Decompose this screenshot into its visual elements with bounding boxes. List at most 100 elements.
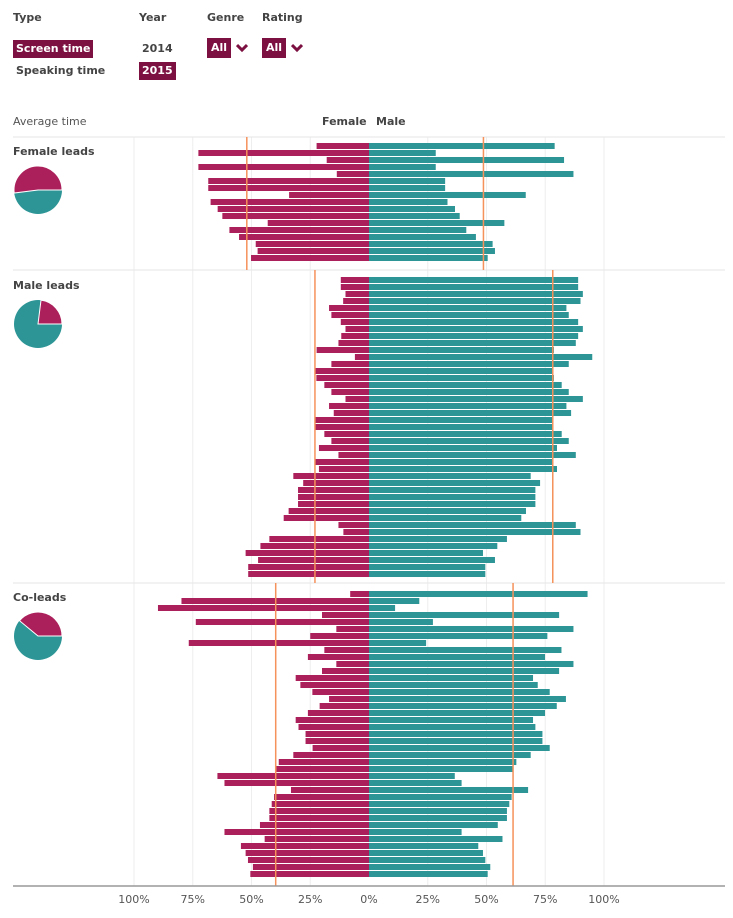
- male-bar: [369, 487, 536, 493]
- male-bar: [369, 178, 446, 184]
- female-bar: [343, 298, 369, 304]
- male-bar: [369, 326, 583, 332]
- female-bar: [318, 445, 369, 451]
- male-bar: [369, 857, 486, 863]
- male-bar: [369, 864, 491, 870]
- female-bar: [293, 752, 369, 758]
- male-bar: [369, 745, 550, 751]
- female-bar: [224, 780, 369, 786]
- male-bar: [369, 347, 554, 353]
- female-bar: [324, 647, 369, 653]
- female-bar: [331, 389, 369, 395]
- female-bar: [250, 871, 369, 877]
- female-bar: [315, 368, 369, 374]
- male-bar: [369, 633, 548, 639]
- female-bar: [322, 612, 369, 618]
- female-bar: [195, 619, 369, 625]
- female-bar: [345, 291, 369, 297]
- male-bar: [369, 368, 553, 374]
- female-bar: [239, 234, 369, 240]
- female-bar: [224, 829, 369, 835]
- diverging-bar-chart: 100% 75% 50% 25% 0% 25% 50% 75% 100%: [13, 136, 725, 906]
- male-bar: [369, 410, 572, 416]
- female-bar: [345, 326, 369, 332]
- female-bar: [217, 206, 369, 212]
- male-bar: [369, 605, 396, 611]
- female-bar: [307, 710, 369, 716]
- female-bar: [329, 305, 369, 311]
- female-bar: [336, 171, 369, 177]
- male-bar: [369, 871, 488, 877]
- female-bar: [329, 696, 369, 702]
- male-bar: [369, 171, 574, 177]
- male-bar: [369, 255, 488, 261]
- male-bar: [369, 382, 562, 388]
- female-bar: [267, 220, 369, 226]
- female-bar: [354, 354, 369, 360]
- male-bar: [369, 445, 557, 451]
- male-bar: [369, 284, 579, 290]
- female-bar: [318, 466, 369, 472]
- x-tick-label: 25%: [298, 893, 322, 906]
- female-bar: [316, 375, 369, 381]
- male-bar: [369, 731, 543, 737]
- female-bar: [312, 689, 369, 695]
- male-bar: [369, 550, 483, 556]
- female-bar: [298, 487, 369, 493]
- male-bar: [369, 696, 566, 702]
- male-bar: [369, 815, 507, 821]
- female-bar: [269, 815, 369, 821]
- female-bar: [343, 529, 369, 535]
- male-bar: [369, 248, 495, 254]
- female-bar: [329, 403, 369, 409]
- male-bar: [369, 241, 493, 247]
- x-tick-label: 75%: [533, 893, 557, 906]
- female-bar: [269, 808, 369, 814]
- male-bar: [369, 234, 476, 240]
- female-bar: [264, 836, 369, 842]
- male-bar: [369, 801, 510, 807]
- male-bar: [369, 206, 456, 212]
- male-bar: [369, 192, 526, 198]
- female-bar: [305, 731, 369, 737]
- female-bar: [298, 501, 369, 507]
- female-bar: [324, 431, 369, 437]
- female-bar: [316, 143, 369, 149]
- female-bar: [188, 640, 369, 646]
- female-bar: [314, 459, 369, 465]
- male-bar: [369, 766, 513, 772]
- male-bar: [369, 305, 567, 311]
- x-tick-label: 0%: [360, 893, 377, 906]
- female-bar: [322, 668, 369, 674]
- female-bar: [298, 724, 369, 730]
- male-bar: [369, 389, 569, 395]
- female-bar: [255, 241, 369, 247]
- male-bar: [369, 654, 546, 660]
- female-bar: [298, 494, 369, 500]
- female-bar: [340, 277, 369, 283]
- male-bar: [369, 598, 420, 604]
- female-bar: [336, 626, 369, 632]
- female-bar: [274, 794, 369, 800]
- male-bar: [369, 717, 534, 723]
- male-bar: [369, 291, 583, 297]
- male-bar: [369, 403, 567, 409]
- female-bar: [341, 333, 369, 339]
- female-bar: [340, 284, 369, 290]
- x-tick-label: 25%: [416, 893, 440, 906]
- female-bar: [245, 550, 369, 556]
- male-bar: [369, 333, 579, 339]
- male-bar: [369, 808, 507, 814]
- male-bar: [369, 375, 554, 381]
- male-bar: [369, 150, 436, 156]
- male-bar: [369, 536, 507, 542]
- male-bar: [369, 689, 550, 695]
- female-bar: [251, 255, 369, 261]
- female-bar: [331, 361, 369, 367]
- female-bar: [290, 787, 369, 793]
- male-bar: [369, 277, 579, 283]
- x-tick-label: 50%: [474, 893, 498, 906]
- male-bar: [369, 647, 562, 653]
- female-bar: [248, 571, 369, 577]
- female-bar: [229, 227, 369, 233]
